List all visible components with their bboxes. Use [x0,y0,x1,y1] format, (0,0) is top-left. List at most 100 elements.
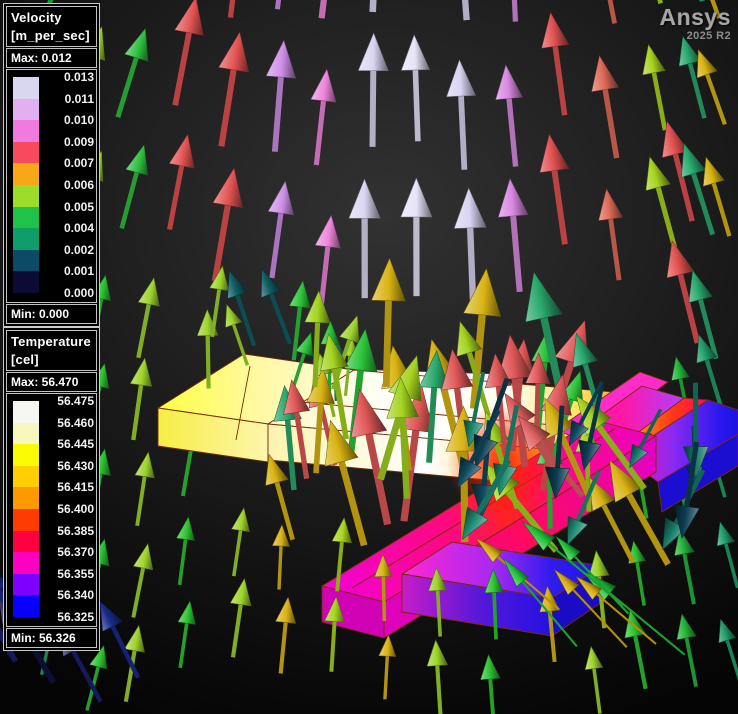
temperature-ticks: 56.475 56.460 56.445 56.430 56.415 56.400 56.3… [38,394,94,624]
vector-arrow [136,277,160,359]
vector-arrow [211,167,243,282]
vector-arrow [129,357,153,441]
vector-arrow [480,653,501,714]
legend-tick-label: 0.006 [63,178,94,193]
legend-tick-label: 0.009 [63,134,94,149]
velocity-legend-title-box: Velocity [m_per_sec] [6,6,97,48]
legend-tick-label: 0.011 [64,91,94,106]
vector-arrow [134,451,155,527]
legend-color-band [13,185,39,207]
ansys-version-text: 2025 R2 [686,30,731,42]
vector-arrow [275,596,297,674]
vector-arrow [541,11,570,116]
legend-color-band [13,444,39,466]
legend-tick-label: 0.007 [63,156,94,171]
vector-arrow [400,177,433,297]
temperature-legend-title: Temperature [11,334,91,349]
vector-arrow [85,644,108,711]
legend-color-band [13,249,39,272]
temperature-legend-units: [cel] [11,351,39,367]
vector-arrow [229,577,252,658]
temperature-legend-max: Max: 56.470 [6,372,97,393]
legend-color-band [13,530,39,553]
legend-tick-label: 56.445 [57,437,94,452]
3d-viewport[interactable]: Velocity [m_per_sec] Max: 0.012 0.013 0.0… [0,0,738,714]
vector-arrow [272,523,290,590]
legend-color-band [13,422,39,445]
vector-arrow [310,68,337,166]
velocity-legend-min: Min: 0.000 [6,304,97,325]
vector-arrow [600,0,617,24]
legend-tick-label: 56.460 [57,415,94,430]
legend-tick-label: 0.002 [63,242,94,257]
vector-arrow [131,542,154,618]
vector-arrow [265,39,297,152]
vector-arrow [598,188,624,281]
vector-arrow [115,27,149,119]
vector-arrow [267,180,295,279]
vector-plot-scene[interactable] [0,0,738,714]
vector-arrow [119,144,149,229]
legend-tick-label: 0.005 [63,199,94,214]
velocity-legend-title: Velocity [11,10,62,25]
legend-color-band [13,401,39,423]
legend-color-band [13,120,39,142]
vector-arrow [446,59,476,170]
velocity-legend: Velocity [m_per_sec] Max: 0.012 0.013 0.0… [3,3,100,328]
temperature-legend: Temperature [cel] Max: 56.470 56.475 56.4… [3,327,100,652]
temperature-swatches [13,401,39,618]
vector-arrow [591,54,620,159]
vector-arrow [314,214,341,311]
legend-color-band [13,465,39,488]
vector-arrow [177,600,196,669]
legend-tick-label: 0.013 [63,70,94,85]
vector-arrow [348,178,381,299]
vector-arrow [642,43,668,131]
vector-arrow [357,32,389,147]
legend-color-band [13,573,39,596]
ansys-logo-text: Ansys [659,4,731,30]
vector-arrow [261,268,293,345]
legend-tick-label: 56.430 [57,458,94,473]
vector-arrow [426,639,448,714]
vector-arrow [176,516,195,586]
legend-color-band [13,509,39,531]
vector-arrow [218,31,250,147]
vector-arrow [400,34,430,142]
legend-tick-label: 56.340 [57,588,94,603]
vector-arrow [318,0,335,19]
legend-tick-label: 56.415 [57,480,94,495]
vector-arrow [497,177,529,293]
legend-tick-label: 56.325 [57,610,94,625]
vector-arrow [457,0,470,21]
vector-arrow [624,609,648,690]
temperature-legend-title-box: Temperature [cel] [6,330,97,372]
legend-tick-label: 56.475 [57,394,94,409]
legend-color-band [13,595,39,618]
vector-arrow [369,0,380,13]
legend-tick-label: 0.001 [63,264,94,279]
legend-tick-label: 56.385 [57,523,94,538]
vector-arrow [378,634,397,700]
vector-arrow [495,64,523,167]
legend-tick-label: 0.004 [63,221,94,236]
velocity-swatches [13,77,39,294]
vector-arrow [509,0,518,22]
legend-color-band [13,77,39,99]
velocity-colorbar: 0.013 0.011 0.010 0.009 0.007 0.006 0.005 0.004… [6,69,97,304]
vector-arrow [274,0,289,10]
vector-arrow [676,613,698,687]
legend-tick-label: 56.370 [57,545,94,560]
legend-color-band [13,163,39,186]
legend-tick-label: 0.010 [63,113,94,128]
legend-tick-label: 56.400 [57,502,94,517]
legend-color-band [13,141,39,164]
vector-arrow [539,133,570,245]
legend-color-band [13,552,39,574]
vector-arrow [231,507,250,577]
vector-arrow [584,645,604,714]
velocity-ticks: 0.013 0.011 0.010 0.009 0.007 0.006 0.005 0.004… [38,70,94,300]
vector-arrow [227,0,242,18]
vector-arrow [718,618,738,684]
legend-tick-label: 0.000 [63,286,94,301]
